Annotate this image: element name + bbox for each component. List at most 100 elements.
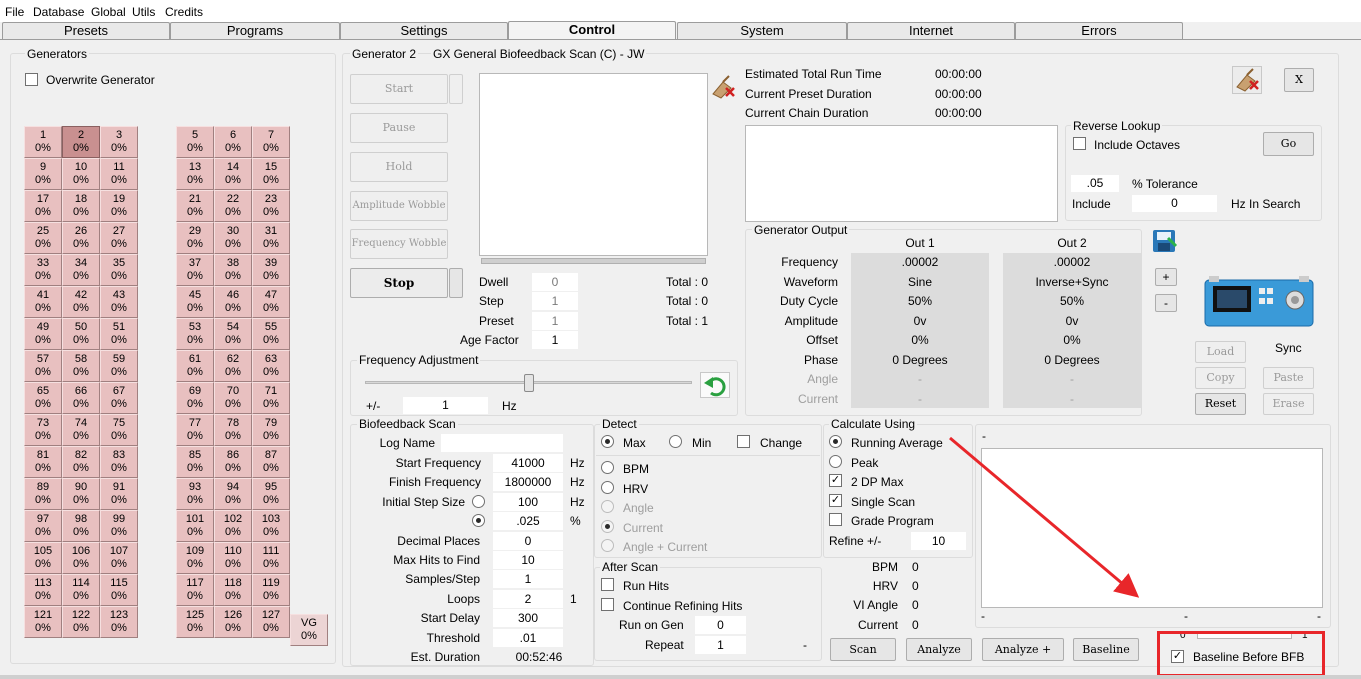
generator-cell-74[interactable]: 74 0%	[62, 414, 100, 446]
tolerance-input[interactable]: .05	[1071, 175, 1119, 192]
step-size-input[interactable]: 100	[493, 493, 563, 511]
generator-cell-25[interactable]: 25 0%	[24, 222, 62, 254]
generator-cell-39[interactable]: 39 0%	[252, 254, 290, 286]
generator-cell-83[interactable]: 83 0%	[100, 446, 138, 478]
menu-database[interactable]: Database	[33, 5, 84, 19]
clear-list-icon[interactable]	[709, 74, 737, 100]
generator-cell-117[interactable]: 117 0%	[176, 574, 214, 606]
generator-cell-41[interactable]: 41 0%	[24, 286, 62, 318]
generator-cell-15[interactable]: 15 0%	[252, 158, 290, 190]
generator-cell-65[interactable]: 65 0%	[24, 382, 62, 414]
peak-radio[interactable]	[829, 455, 842, 468]
paste-button[interactable]: Paste	[1263, 367, 1314, 389]
detect-bpm-radio[interactable]	[601, 461, 614, 474]
menu-utils[interactable]: Utils	[132, 5, 155, 19]
generator-cell-93[interactable]: 93 0%	[176, 478, 214, 510]
generator-cell-14[interactable]: 14 0%	[214, 158, 252, 190]
detect-change-checkbox[interactable]	[737, 435, 750, 448]
generator-cell-86[interactable]: 86 0%	[214, 446, 252, 478]
continue-refining-checkbox[interactable]	[601, 598, 614, 611]
generator-cell-50[interactable]: 50 0%	[62, 318, 100, 350]
generator-cell-95[interactable]: 95 0%	[252, 478, 290, 510]
log-name-input[interactable]	[441, 434, 563, 452]
generator-cell-21[interactable]: 21 0%	[176, 190, 214, 222]
generator-cell-81[interactable]: 81 0%	[24, 446, 62, 478]
generator-cell-35[interactable]: 35 0%	[100, 254, 138, 286]
generator-cell-53[interactable]: 53 0%	[176, 318, 214, 350]
baseline-button[interactable]: Baseline	[1073, 638, 1139, 661]
running-average-radio[interactable]	[829, 435, 842, 448]
close-button[interactable]: X	[1284, 68, 1314, 92]
step-size-percent-radio[interactable]	[472, 514, 485, 527]
repeat-input[interactable]: 1	[695, 636, 746, 654]
generator-cell-30[interactable]: 30 0%	[214, 222, 252, 254]
generator-cell-6[interactable]: 6 0%	[214, 126, 252, 158]
generator-cell-102[interactable]: 102 0%	[214, 510, 252, 542]
generator-cell-11[interactable]: 11 0%	[100, 158, 138, 190]
stop-button[interactable]: Stop	[350, 268, 448, 298]
generator-cell-26[interactable]: 26 0%	[62, 222, 100, 254]
generator-cell-73[interactable]: 73 0%	[24, 414, 62, 446]
generator-cell-34[interactable]: 34 0%	[62, 254, 100, 286]
generator-cell-109[interactable]: 109 0%	[176, 542, 214, 574]
start-button[interactable]: Start	[350, 74, 448, 104]
generator-cell-127[interactable]: 127 0%	[252, 606, 290, 638]
load-button[interactable]: Load	[1195, 341, 1246, 363]
generator-cell-125[interactable]: 125 0%	[176, 606, 214, 638]
scan-button[interactable]: Scan	[830, 638, 896, 661]
generator-cell-5[interactable]: 5 0%	[176, 126, 214, 158]
tab-settings[interactable]: Settings	[340, 22, 508, 39]
generator-cell-23[interactable]: 23 0%	[252, 190, 290, 222]
detect-current-radio[interactable]	[601, 520, 614, 533]
generator-cell-99[interactable]: 99 0%	[100, 510, 138, 542]
generator-cell-57[interactable]: 57 0%	[24, 350, 62, 382]
run-hits-checkbox[interactable]	[601, 578, 614, 591]
generator-cell-7[interactable]: 7 0%	[252, 126, 290, 158]
generator-cell-89[interactable]: 89 0%	[24, 478, 62, 510]
go-button[interactable]: Go	[1263, 132, 1314, 156]
generator-cell-87[interactable]: 87 0%	[252, 446, 290, 478]
run-on-gen-input[interactable]: 0	[695, 616, 746, 634]
generator-cell-121[interactable]: 121 0%	[24, 606, 62, 638]
generator-cell-22[interactable]: 22 0%	[214, 190, 252, 222]
save-icon[interactable]	[1150, 228, 1178, 254]
generator-cell-110[interactable]: 110 0%	[214, 542, 252, 574]
menu-file[interactable]: File	[5, 5, 24, 19]
stop-side-button[interactable]	[449, 268, 463, 298]
generator-cell-46[interactable]: 46 0%	[214, 286, 252, 318]
detect-max-radio[interactable]	[601, 435, 614, 448]
generator-cell-63[interactable]: 63 0%	[252, 350, 290, 382]
generator-cell-61[interactable]: 61 0%	[176, 350, 214, 382]
generator-cell-118[interactable]: 118 0%	[214, 574, 252, 606]
generator-cell-62[interactable]: 62 0%	[214, 350, 252, 382]
generator-cell-43[interactable]: 43 0%	[100, 286, 138, 318]
generator-cell-58[interactable]: 58 0%	[62, 350, 100, 382]
generator-cell-67[interactable]: 67 0%	[100, 382, 138, 414]
generator-cell-59[interactable]: 59 0%	[100, 350, 138, 382]
generator-cell-101[interactable]: 101 0%	[176, 510, 214, 542]
generator-cell-55[interactable]: 55 0%	[252, 318, 290, 350]
generator-cell-18[interactable]: 18 0%	[62, 190, 100, 222]
start-delay-input[interactable]: 300	[493, 609, 563, 627]
generator-cell-107[interactable]: 107 0%	[100, 542, 138, 574]
generator-cell-82[interactable]: 82 0%	[62, 446, 100, 478]
tab-system[interactable]: System	[677, 22, 847, 39]
max-hits-input[interactable]: 10	[493, 551, 563, 569]
tab-programs[interactable]: Programs	[170, 22, 340, 39]
tab-errors[interactable]: Errors	[1015, 22, 1183, 39]
samples-step-input[interactable]: 1	[493, 570, 563, 588]
pause-button[interactable]: Pause	[350, 113, 448, 143]
generator-cell-78[interactable]: 78 0%	[214, 414, 252, 446]
generator-cell-126[interactable]: 126 0%	[214, 606, 252, 638]
generator-cell-51[interactable]: 51 0%	[100, 318, 138, 350]
decimal-places-input[interactable]: 0	[493, 532, 563, 550]
generator-cell-31[interactable]: 31 0%	[252, 222, 290, 254]
generator-cell-91[interactable]: 91 0%	[100, 478, 138, 510]
generator-cell-111[interactable]: 111 0%	[252, 542, 290, 574]
menu-credits[interactable]: Credits	[165, 5, 203, 19]
menu-global[interactable]: Global	[91, 5, 126, 19]
start-frequency-input[interactable]: 41000	[493, 454, 563, 472]
generator-cell-10[interactable]: 10 0%	[62, 158, 100, 190]
generator-cell-45[interactable]: 45 0%	[176, 286, 214, 318]
reset-button[interactable]: Reset	[1195, 393, 1246, 415]
